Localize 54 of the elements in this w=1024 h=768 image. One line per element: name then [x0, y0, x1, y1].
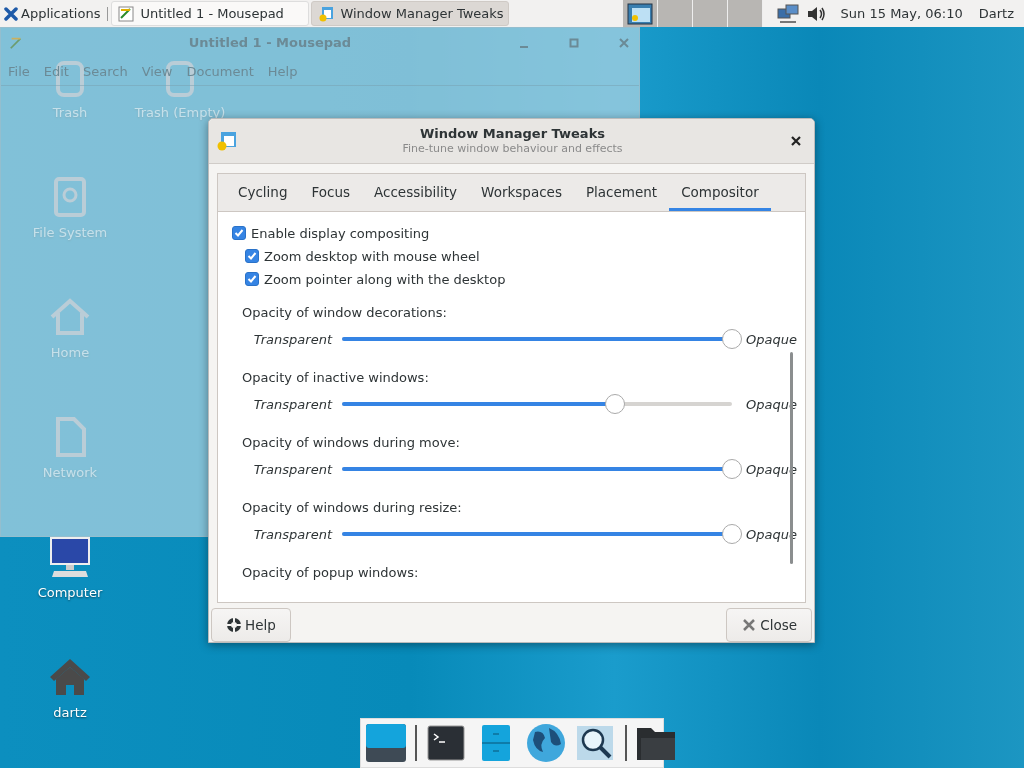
checkbox[interactable] — [245, 249, 259, 264]
terminal-icon[interactable] — [425, 722, 467, 764]
dialog-subtitle: Fine-tune window behaviour and effects — [402, 142, 623, 156]
network-icon[interactable] — [776, 3, 799, 24]
window-gear-icon — [215, 129, 237, 152]
checkbox-label[interactable]: Zoom desktop with mouse wheel — [264, 248, 480, 264]
min-label: Transparent — [252, 331, 332, 347]
workspace-thumbnail[interactable] — [693, 0, 729, 27]
slider-label: Opacity of windows during resize: — [242, 499, 463, 518]
checkbox-label[interactable]: Zoom pointer along with the desktop — [264, 271, 506, 287]
globe-icon[interactable] — [525, 722, 567, 764]
help-button[interactable]: Help — [211, 608, 291, 642]
notepad-icon — [9, 35, 23, 50]
tab[interactable]: Focus — [299, 173, 363, 211]
tab[interactable]: Workspaces — [469, 173, 574, 211]
user-name[interactable]: Dartz — [978, 6, 1014, 21]
slider-handle[interactable] — [722, 329, 742, 350]
clock[interactable]: Sun 15 May, 06:10 — [840, 6, 963, 21]
desktop-icon-label[interactable]: Computer — [37, 585, 103, 600]
tab[interactable]: Accessibility — [362, 173, 470, 211]
desktop-icon[interactable] — [365, 722, 407, 764]
tab[interactable]: Compositor — [669, 173, 771, 211]
close-button[interactable]: Close — [726, 608, 812, 642]
slider-handle[interactable] — [605, 394, 625, 415]
taskbar-button[interactable]: Untitled 1 - Mousepad — [111, 1, 310, 26]
lifebuoy-icon — [226, 617, 242, 633]
checkbox[interactable] — [245, 272, 259, 287]
workspace-thumbnail[interactable] — [658, 0, 694, 27]
tab[interactable]: Cycling — [226, 173, 300, 211]
slider-handle[interactable] — [722, 524, 742, 545]
slider-label: Opacity of windows during move: — [242, 434, 461, 453]
min-label: Transparent — [252, 396, 332, 412]
dialog-title: Window Manager Tweaks — [419, 126, 605, 142]
x-logo-icon — [4, 6, 18, 21]
min-label: Transparent — [252, 526, 332, 542]
window-gear-icon — [318, 5, 335, 22]
notepad-icon — [118, 5, 135, 22]
workspace-thumbnail[interactable] — [728, 0, 764, 27]
min-label: Transparent — [252, 461, 332, 477]
taskbar-button[interactable]: Window Manager Tweaks — [311, 1, 510, 26]
checkbox-label[interactable]: Enable display compositing — [251, 225, 430, 241]
applications-menu-button[interactable]: Applications — [0, 0, 105, 27]
desktop-icon-label[interactable]: dartz — [53, 705, 87, 720]
slider-label: Opacity of window decorations: — [242, 304, 448, 323]
slider-handle[interactable] — [722, 459, 742, 480]
checkbox[interactable] — [232, 226, 246, 241]
slider-label: Opacity of popup windows: — [242, 564, 420, 583]
workspace-thumbnail[interactable] — [623, 0, 659, 27]
slider-label: Opacity of inactive windows: — [242, 369, 430, 388]
window-title: Untitled 1 - Mousepad — [187, 35, 353, 50]
tab[interactable]: Placement — [573, 173, 670, 211]
max-label: Opaque — [746, 331, 797, 347]
window-icon — [627, 2, 654, 25]
close-icon — [741, 617, 758, 633]
